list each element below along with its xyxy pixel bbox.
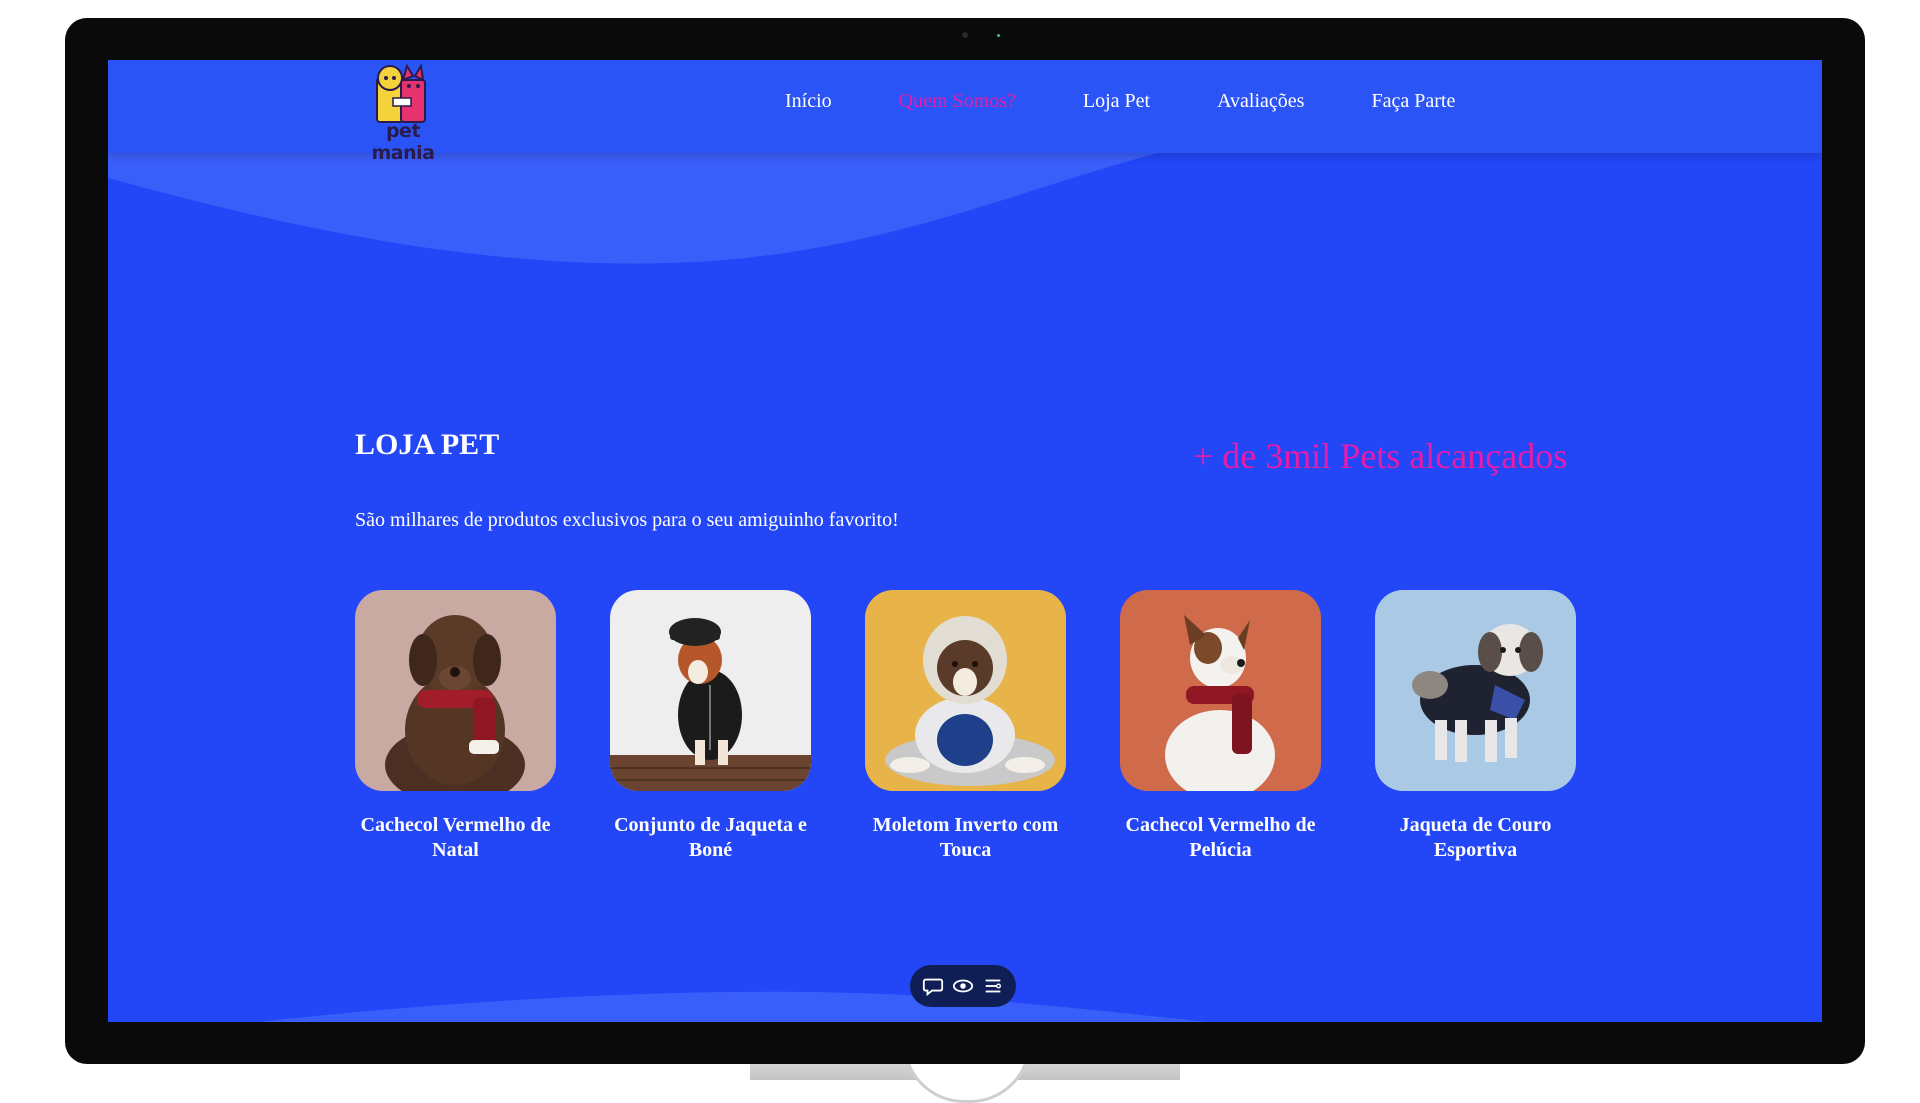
chat-icon[interactable]: [922, 975, 944, 997]
section-subtitle: São milhares de produtos exclusivos para…: [355, 509, 899, 531]
product-card[interactable]: Jaqueta de Couro Esportiva: [1375, 590, 1576, 863]
product-name[interactable]: Conjunto de Jaqueta e Boné: [610, 813, 811, 863]
product-card[interactable]: Cachecol Vermelho de Natal: [355, 590, 556, 863]
jack-russell-icon: [1120, 590, 1321, 791]
pets-reached-stat: + de 3mil Pets alcançados: [1193, 436, 1568, 476]
product-name[interactable]: Cachecol Vermelho de Pelúcia: [1120, 813, 1321, 863]
nav-item-faca-parte[interactable]: Faça Parte: [1371, 90, 1455, 113]
product-image[interactable]: [1120, 590, 1321, 791]
nav-item-loja-pet[interactable]: Loja Pet: [1083, 90, 1150, 113]
product-image[interactable]: [1375, 590, 1576, 791]
product-name[interactable]: Jaqueta de Couro Esportiva: [1375, 813, 1576, 863]
product-image[interactable]: [865, 590, 1066, 791]
nav-item-quem-somos[interactable]: Quem Somos?: [899, 90, 1016, 113]
basenji-icon: [610, 590, 811, 791]
product-card[interactable]: Moletom Inverto com Touca: [865, 590, 1066, 863]
main-nav: Início Quem Somos? Loja Pet Avaliações F…: [785, 90, 1522, 113]
product-name[interactable]: Cachecol Vermelho de Natal: [355, 813, 556, 863]
section-title: LOJA PET: [355, 428, 500, 461]
chocolate-labrador-icon: [355, 590, 556, 791]
camera-led: [997, 34, 1000, 37]
nav-item-inicio[interactable]: Início: [785, 90, 832, 113]
pet-mania-logo-icon: [376, 64, 426, 123]
eye-icon[interactable]: [952, 975, 974, 997]
pet-mania-logo[interactable]: pet mania: [353, 64, 453, 164]
product-image[interactable]: [355, 590, 556, 791]
product-image[interactable]: [610, 590, 811, 791]
accessibility-widget: [910, 965, 1016, 1007]
product-card[interactable]: Cachecol Vermelho de Pelúcia: [1120, 590, 1321, 863]
decorative-wave-top: [108, 153, 1158, 264]
monitor-frame: pet mania Início Quem Somos? Loja Pet Av…: [65, 18, 1865, 1064]
website-screen: pet mania Início Quem Somos? Loja Pet Av…: [108, 60, 1822, 1022]
product-card[interactable]: Conjunto de Jaqueta e Boné: [610, 590, 811, 863]
product-list: Cachecol Vermelho de Natal Conjunto de J…: [355, 590, 1576, 863]
shih-tzu-icon: [1375, 590, 1576, 791]
logo-text: pet mania: [371, 120, 435, 164]
camera-icon: [962, 32, 968, 38]
australian-shepherd-icon: [865, 590, 1066, 791]
product-name[interactable]: Moletom Inverto com Touca: [865, 813, 1066, 863]
nav-item-avaliacoes[interactable]: Avaliações: [1217, 90, 1304, 113]
site-header: pet mania Início Quem Somos? Loja Pet Av…: [108, 60, 1822, 164]
menu-icon[interactable]: [982, 975, 1004, 997]
